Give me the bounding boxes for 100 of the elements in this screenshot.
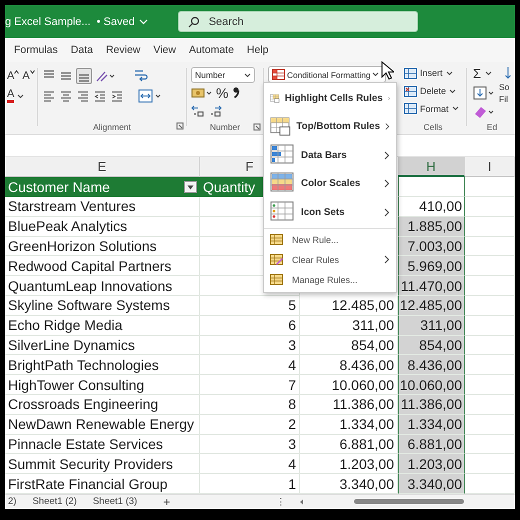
table-cell: 1.334,00 [300, 414, 398, 435]
scrollbar-thumb[interactable] [354, 499, 464, 504]
caret-icon [138, 18, 148, 24]
increase-indent-icon[interactable] [110, 89, 124, 103]
conditional-formatting-button[interactable]: Conditional Formatting [268, 66, 386, 83]
caret-icon [372, 72, 380, 77]
ribbon-tab[interactable]: Automate [188, 44, 234, 56]
fill-down-icon[interactable] [473, 86, 495, 100]
table-cell: 1.885,00 [398, 216, 465, 237]
number-format-dropdown[interactable]: Number [191, 67, 255, 84]
search-field[interactable]: Search [178, 11, 418, 32]
ribbon-tab[interactable]: Data [70, 44, 93, 56]
table-cell: 11.386,00 [300, 394, 398, 415]
cells-action-button[interactable]: Format [404, 102, 462, 116]
table-cell: Redwood Capital Partners [5, 256, 200, 276]
document-title: g Excel Sample... [5, 16, 91, 28]
table-cell [465, 316, 515, 336]
increase-decimal-icon[interactable] [191, 104, 205, 118]
decrease-decimal-icon[interactable] [208, 104, 222, 118]
column-header[interactable]: E [5, 157, 200, 177]
sheet-tab[interactable]: Sheet1 (3) [90, 496, 140, 508]
column-header[interactable]: I [465, 157, 515, 177]
dialog-launcher-icon[interactable] [253, 123, 261, 132]
eraser-icon[interactable] [473, 105, 495, 119]
merge-cells-icon[interactable] [138, 89, 162, 103]
table-cell [465, 454, 515, 474]
add-sheet-button[interactable]: + [160, 494, 174, 509]
filter-button[interactable] [184, 181, 197, 193]
table-cell: 1.203,00 [398, 454, 465, 474]
percent-button[interactable]: % [216, 85, 228, 102]
dialog-launcher-icon[interactable] [176, 122, 184, 130]
scroll-left-icon[interactable] [299, 498, 304, 505]
table-cell: 7.003,00 [398, 236, 465, 256]
table-cell: Skyline Software Systems [5, 296, 200, 316]
table-cell [465, 296, 515, 316]
align-bottom-icon[interactable] [76, 68, 92, 84]
caret-icon [452, 106, 459, 112]
table-icon [270, 254, 283, 265]
table-cell: 12.485,00 [300, 296, 398, 316]
table-cell: 1.334,00 [398, 414, 465, 435]
font-color-button[interactable]: A [7, 89, 24, 103]
table-icon [270, 234, 283, 245]
sheet-tab[interactable]: 2) [5, 496, 20, 508]
table-cell: SilverLine Dynamics [5, 336, 200, 356]
orientation-icon[interactable] [95, 69, 115, 83]
cells-action-button[interactable]: Delete [404, 84, 462, 98]
table-cell: 4 [200, 454, 300, 474]
table-cell: 311,00 [398, 316, 465, 336]
sort-filter-button[interactable]: So Fil [499, 66, 511, 119]
ribbon-tab[interactable]: View [153, 44, 176, 56]
menu-item[interactable]: New Rule... [264, 230, 396, 250]
table-cell: 1.203,00 [300, 454, 398, 474]
align-right-icon[interactable] [76, 89, 90, 103]
ribbon-tab[interactable]: Formulas [14, 44, 58, 56]
table-cell [465, 216, 515, 237]
table-cell: 11.470,00 [398, 276, 465, 296]
table-cell: FirstRate Financial Group [5, 474, 200, 494]
table-cell: 2 [200, 414, 300, 435]
decrease-indent-icon[interactable] [93, 89, 107, 103]
table-cell: QuantumLeap Innovations [5, 276, 200, 296]
more-options-button[interactable]: ⋮ [273, 496, 290, 508]
ribbon-tab[interactable]: Review [106, 44, 140, 56]
table-cell: 3 [200, 434, 300, 454]
table-cell: 12.485,00 [398, 296, 465, 316]
ribbon-tab[interactable]: Help [246, 44, 269, 56]
menu-item[interactable]: Highlight Cells Rules [264, 84, 396, 112]
table-cell: 8 [200, 394, 300, 415]
table-cell: 10.060,00 [398, 375, 465, 395]
align-center-icon[interactable] [59, 89, 73, 103]
sheet-tab[interactable]: Sheet1 (2) [29, 496, 80, 508]
cells-action-button[interactable]: Insert [404, 66, 462, 81]
table-cell: 8.436,00 [300, 355, 398, 376]
menu-item[interactable]: Top/Bottom Rules [264, 112, 396, 141]
grow-font-button[interactable]: A [7, 70, 20, 82]
caret-icon [30, 70, 35, 74]
saved-status-button[interactable]: • Saved [96, 16, 148, 28]
table-icon [270, 115, 292, 138]
group-label: Number [210, 122, 240, 132]
table-cell: GreenHorizon Solutions [5, 236, 200, 256]
wrap-text-icon[interactable] [133, 68, 149, 84]
column-header[interactable]: H [398, 157, 465, 177]
shrink-font-button[interactable]: A [22, 70, 35, 82]
caret-icon [244, 72, 251, 78]
comma-style-icon[interactable] [231, 86, 242, 100]
table-cell: 311,00 [300, 316, 398, 336]
currency-icon[interactable] [191, 86, 213, 100]
table-cell: 3.340,00 [398, 474, 465, 494]
group-label: Ed [486, 122, 498, 132]
caret-icon [449, 88, 456, 94]
autosum-button[interactable]: Σ [473, 66, 495, 81]
caret-icon [187, 184, 194, 190]
table-cell: 410,00 [398, 197, 465, 217]
menu-item[interactable]: Clear Rules [264, 250, 396, 270]
table-cell [465, 434, 515, 454]
group-label: Cells [424, 122, 442, 132]
table-cell: HighTower Consulting [5, 375, 200, 395]
menu-item[interactable]: Manage Rules... [264, 270, 396, 290]
menu-item[interactable]: Icon Sets [264, 198, 396, 226]
align-left-icon[interactable] [42, 89, 56, 103]
table-cell: Starstream Ventures [5, 197, 200, 217]
